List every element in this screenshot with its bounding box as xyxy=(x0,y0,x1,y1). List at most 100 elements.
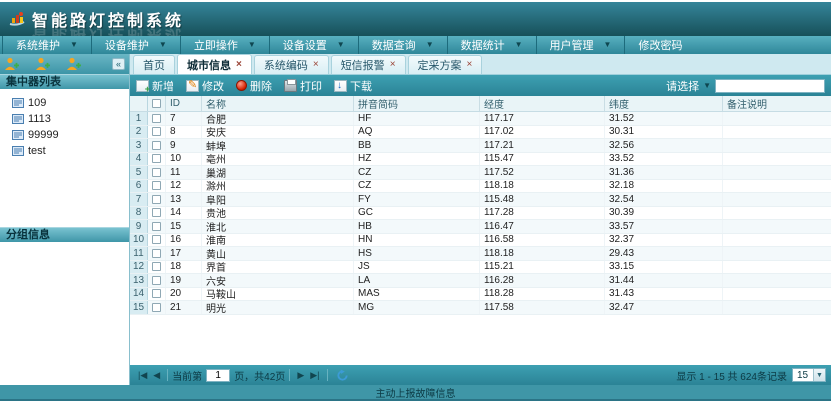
tab-close-icon[interactable]: × xyxy=(467,60,473,70)
menu-item[interactable]: 设备维护 ▼ xyxy=(91,36,180,54)
row-checkbox[interactable] xyxy=(152,154,161,163)
toolbar-button-label: 打印 xyxy=(300,78,322,94)
row-checkbox[interactable] xyxy=(152,208,161,217)
table-row[interactable]: 6 12 滁州 CZ 118.18 32.18 xyxy=(130,180,831,194)
row-checkbox[interactable] xyxy=(152,235,161,244)
cell-pinyin: HF xyxy=(354,112,480,125)
table-row[interactable]: 2 8 安庆 AQ 117.02 30.31 xyxy=(130,126,831,140)
last-page-button[interactable]: ▶| xyxy=(310,370,319,381)
cell-id: 9 xyxy=(166,139,202,152)
tab[interactable]: 定采方案 × xyxy=(408,55,483,74)
column-header-longitude[interactable]: 经度 xyxy=(480,96,605,111)
select-all-checkbox[interactable] xyxy=(152,99,161,108)
page-number-input[interactable] xyxy=(206,369,230,382)
row-checkbox[interactable] xyxy=(152,289,161,298)
tree-item[interactable]: 109 xyxy=(12,95,129,111)
table-row[interactable]: 14 20 马鞍山 MAS 118.28 31.43 xyxy=(130,288,831,302)
column-header-id[interactable]: ID xyxy=(166,96,202,111)
table-row[interactable]: 4 10 亳州 HZ 115.47 33.52 xyxy=(130,153,831,167)
table-row[interactable]: 12 18 界首 JS 115.21 33.15 xyxy=(130,261,831,275)
menu-item-label: 数据查询 xyxy=(372,37,416,53)
search-input[interactable] xyxy=(715,79,825,93)
cell-longitude: 117.17 xyxy=(480,112,605,125)
tab[interactable]: 城市信息 × xyxy=(177,54,252,74)
add-user-icon[interactable] xyxy=(35,57,50,71)
menu-item[interactable]: 用户管理 ▼ xyxy=(536,36,625,54)
tab[interactable]: 系统编码 × xyxy=(254,55,329,74)
cell-longitude: 117.58 xyxy=(480,301,605,314)
refresh-icon[interactable] xyxy=(336,369,349,382)
row-checkbox[interactable] xyxy=(152,303,161,312)
toolbar-button[interactable]: 打印 xyxy=(284,78,322,94)
menu-item[interactable]: 数据查询 ▼ xyxy=(358,36,447,54)
row-checkbox[interactable] xyxy=(152,276,161,285)
row-checkbox[interactable] xyxy=(152,222,161,231)
toolbar-button-label: 删除 xyxy=(250,78,272,94)
tab[interactable]: 首页 xyxy=(133,55,175,74)
row-checkbox[interactable] xyxy=(152,195,161,204)
cell-longitude: 115.47 xyxy=(480,153,605,166)
next-page-button[interactable]: ▶ xyxy=(297,370,304,381)
menu-item[interactable]: 数据统计 ▼ xyxy=(447,36,536,54)
cell-note xyxy=(723,166,831,179)
tree-item[interactable]: test xyxy=(12,143,129,159)
table-row[interactable]: 8 14 贵池 GC 117.28 30.39 xyxy=(130,207,831,221)
add-user-icon[interactable] xyxy=(4,57,19,71)
menu-item[interactable]: 修改密码 xyxy=(624,36,705,54)
add-user-icon[interactable] xyxy=(66,57,81,71)
table-row[interactable]: 13 19 六安 LA 116.28 31.44 xyxy=(130,274,831,288)
column-header-latitude[interactable]: 纬度 xyxy=(605,96,723,111)
toolbar-button[interactable]: 新增 xyxy=(136,78,174,94)
table-row[interactable]: 7 13 阜阳 FY 115.48 32.54 xyxy=(130,193,831,207)
column-header-name[interactable]: 名称 xyxy=(202,96,354,111)
row-checkbox[interactable] xyxy=(152,127,161,136)
row-checkbox-cell xyxy=(148,193,166,206)
cell-note xyxy=(723,261,831,274)
prev-page-button[interactable]: ◀ xyxy=(153,370,160,381)
tab-close-icon[interactable]: × xyxy=(390,60,396,70)
tree-item[interactable]: 1113 xyxy=(12,111,129,127)
row-checkbox[interactable] xyxy=(152,181,161,190)
column-header-pinyin[interactable]: 拼音简码 xyxy=(354,96,480,111)
record-summary: 显示 1 - 15 共 624条记录 xyxy=(676,368,787,383)
chevron-down-icon[interactable]: ▼ xyxy=(703,81,711,90)
pager-divider xyxy=(167,369,168,381)
tab[interactable]: 短信报警 × xyxy=(331,55,406,74)
table-row[interactable]: 1 7 合肥 HF 117.17 31.52 xyxy=(130,112,831,126)
filter-select-label[interactable]: 请选择 xyxy=(666,78,699,94)
row-checkbox[interactable] xyxy=(152,262,161,271)
table-row[interactable]: 10 16 淮南 HN 116.58 32.37 xyxy=(130,234,831,248)
group-panel-header[interactable]: 分组信息 xyxy=(0,227,129,242)
table-row[interactable]: 11 17 黄山 HS 118.18 29.43 xyxy=(130,247,831,261)
row-checkbox[interactable] xyxy=(152,249,161,258)
tab-close-icon[interactable]: × xyxy=(236,60,242,70)
first-page-button[interactable]: |◀ xyxy=(138,370,147,381)
row-checkbox[interactable] xyxy=(152,141,161,150)
tree-item[interactable]: 99999 xyxy=(12,127,129,143)
menu-item[interactable]: 立即操作 ▼ xyxy=(180,36,269,54)
table-row[interactable]: 9 15 淮北 HB 116.47 33.57 xyxy=(130,220,831,234)
toolbar-button[interactable]: 修改 xyxy=(186,78,224,94)
row-number-cell: 1 xyxy=(130,112,148,125)
row-checkbox[interactable] xyxy=(152,114,161,123)
tab-label: 定采方案 xyxy=(418,57,462,73)
concentrator-panel-header[interactable]: 集中器列表 xyxy=(0,74,129,89)
toolbar-button-label: 下载 xyxy=(350,78,372,94)
table-row[interactable]: 15 21 明光 MG 117.58 32.47 xyxy=(130,301,831,315)
cell-note xyxy=(723,288,831,301)
tree-item-label: 99999 xyxy=(28,129,59,141)
sidebar-collapse-button[interactable]: « xyxy=(112,58,125,70)
menu-item[interactable]: 系统维护 ▼ xyxy=(2,36,91,54)
city-table: ID 名称 拼音简码 经度 纬度 备注说明 1 7 合肥 HF 117.17 3… xyxy=(130,96,831,315)
row-checkbox[interactable] xyxy=(152,168,161,177)
toolbar-button[interactable]: 删除 xyxy=(236,78,272,94)
table-row[interactable]: 5 11 巢湖 CZ 117.52 31.36 xyxy=(130,166,831,180)
column-header-note[interactable]: 备注说明 xyxy=(723,96,831,111)
toolbar-button[interactable]: 下载 xyxy=(334,78,372,94)
table-row[interactable]: 3 9 蚌埠 BB 117.21 32.56 xyxy=(130,139,831,153)
menu-item[interactable]: 设备设置 ▼ xyxy=(269,36,358,54)
page-size-select[interactable]: 15 ▼ xyxy=(792,368,826,382)
cell-id: 15 xyxy=(166,220,202,233)
cell-id: 12 xyxy=(166,180,202,193)
tab-close-icon[interactable]: × xyxy=(313,60,319,70)
